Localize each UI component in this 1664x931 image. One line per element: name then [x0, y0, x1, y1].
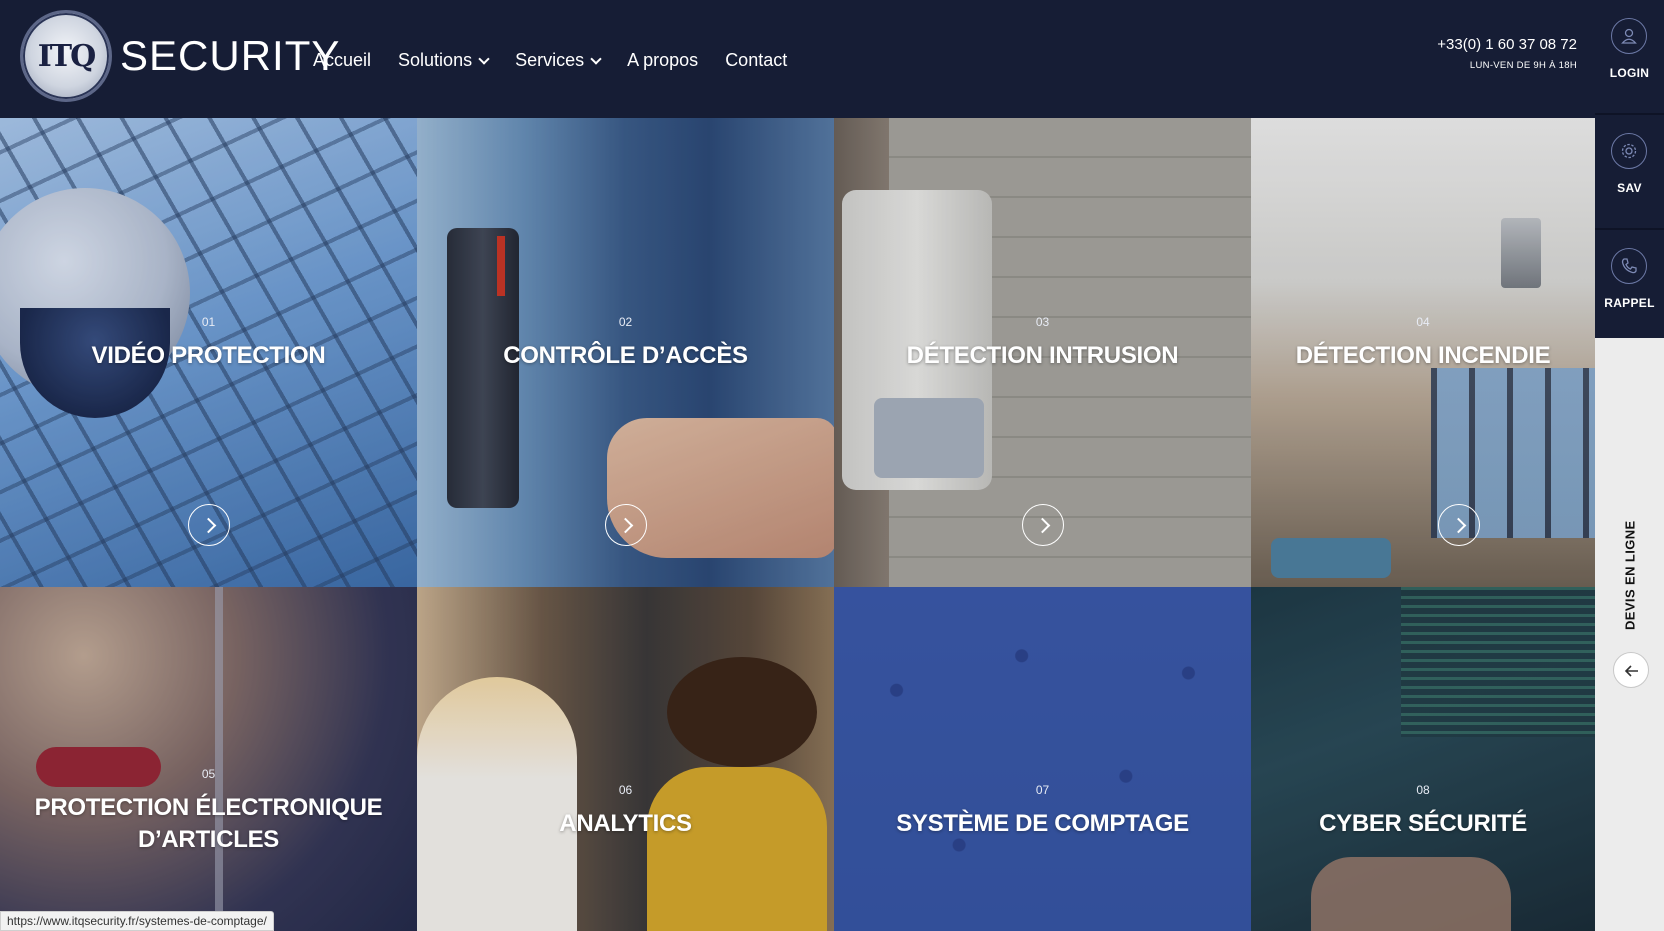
- tile-controle-acces[interactable]: 02 CONTRÔLE D’ACCÈS: [417, 118, 834, 587]
- tile-title-line2: D’ARTICLES: [137, 826, 279, 853]
- tile-overlay: [834, 587, 1251, 931]
- nav-contact[interactable]: Contact: [725, 50, 787, 71]
- tile-number: 03: [1035, 315, 1050, 329]
- main-nav: Accueil Solutions Services A propos Cont…: [313, 50, 787, 71]
- nav-solutions[interactable]: Solutions: [398, 50, 490, 71]
- nav-services[interactable]: Services: [515, 50, 602, 71]
- right-sidebar: LOGIN SAV RAPPEL: [1595, 0, 1664, 931]
- tile-title: SYSTÈME DE COMPTAGE: [896, 810, 1189, 837]
- tile-arrow-button[interactable]: [1438, 504, 1480, 546]
- chevron-down-icon: [478, 52, 490, 65]
- login-button[interactable]: LOGIN: [1595, 0, 1664, 113]
- brand-name[interactable]: SECURITY: [120, 32, 340, 80]
- nav-label: Accueil: [313, 50, 372, 70]
- tile-number: 01: [201, 315, 216, 329]
- tile-overlay: [1251, 587, 1595, 931]
- tile-title: CONTRÔLE D’ACCÈS: [503, 342, 748, 369]
- nav-accueil[interactable]: Accueil: [313, 50, 371, 71]
- devis-en-ligne-tab[interactable]: DEVIS EN LIGNE: [1622, 520, 1638, 630]
- tile-number: 07: [1035, 783, 1050, 797]
- tile-analytics[interactable]: 06 ANALYTICS: [417, 587, 834, 931]
- tile-title: DÉTECTION INCENDIE: [1295, 342, 1551, 369]
- tile-detection-intrusion[interactable]: 03 DÉTECTION INTRUSION: [834, 118, 1251, 587]
- tile-number: 04: [1416, 315, 1430, 329]
- tile-overlay: [0, 587, 417, 931]
- rappel-label: RAPPEL: [1604, 296, 1655, 310]
- tile-title-line1: PROTECTION ÉLECTRONIQUE: [34, 794, 383, 821]
- tile-title: DÉTECTION INTRUSION: [906, 342, 1179, 369]
- tile-arrow-button[interactable]: [188, 504, 230, 546]
- user-icon: [1611, 18, 1647, 54]
- tile-systeme-comptage[interactable]: 07 SYSTÈME DE COMPTAGE: [834, 587, 1251, 931]
- nav-label: Solutions: [398, 50, 473, 70]
- nav-label: Services: [515, 50, 585, 70]
- logo-mark: ITQ: [37, 39, 97, 74]
- devis-open-button[interactable]: [1613, 652, 1649, 688]
- arrow-left-icon: [1624, 665, 1638, 677]
- tile-title: CYBER SÉCURITÉ: [1319, 810, 1527, 837]
- tile-number: 06: [618, 783, 633, 797]
- sav-label: SAV: [1617, 181, 1642, 195]
- tile-arrow-button[interactable]: [1022, 504, 1064, 546]
- tile-cyber-securite[interactable]: 08 CYBER SÉCURITÉ: [1251, 587, 1595, 931]
- tile-title: ANALYTICS: [559, 810, 692, 837]
- tile-protection-electronique[interactable]: 05 PROTECTION ÉLECTRONIQUE D’ARTICLES: [0, 587, 417, 931]
- sav-button[interactable]: SAV: [1595, 115, 1664, 228]
- nav-label: A propos: [627, 50, 699, 70]
- rappel-button[interactable]: RAPPEL: [1595, 230, 1664, 338]
- login-label: LOGIN: [1609, 66, 1650, 80]
- link-status-bar: https://www.itqsecurity.fr/systemes-de-c…: [0, 911, 274, 931]
- tile-number: 02: [618, 315, 633, 329]
- tile-number: 05: [201, 767, 216, 781]
- chevron-down-icon: [590, 52, 602, 65]
- tile-number: 08: [1416, 783, 1430, 797]
- tile-detection-incendie[interactable]: 04 DÉTECTION INCENDIE: [1251, 118, 1595, 587]
- phone-icon: [1611, 248, 1647, 284]
- site-header: ITQ SECURITY Accueil Solutions Services …: [0, 0, 1595, 118]
- logo[interactable]: ITQ: [20, 10, 112, 102]
- tile-video-protection[interactable]: 01 VIDÉO PROTECTION: [0, 118, 417, 587]
- gear-icon: [1611, 133, 1647, 169]
- nav-a-propos[interactable]: A propos: [627, 50, 698, 71]
- tile-title: VIDÉO PROTECTION: [91, 342, 326, 369]
- phone-number[interactable]: +33(0) 1 60 37 08 72: [1437, 36, 1577, 53]
- opening-hours: LUN-VEN DE 9H À 18H: [1469, 60, 1577, 71]
- tile-arrow-button[interactable]: [605, 504, 647, 546]
- nav-label: Contact: [725, 50, 788, 70]
- tile-overlay: [417, 587, 834, 931]
